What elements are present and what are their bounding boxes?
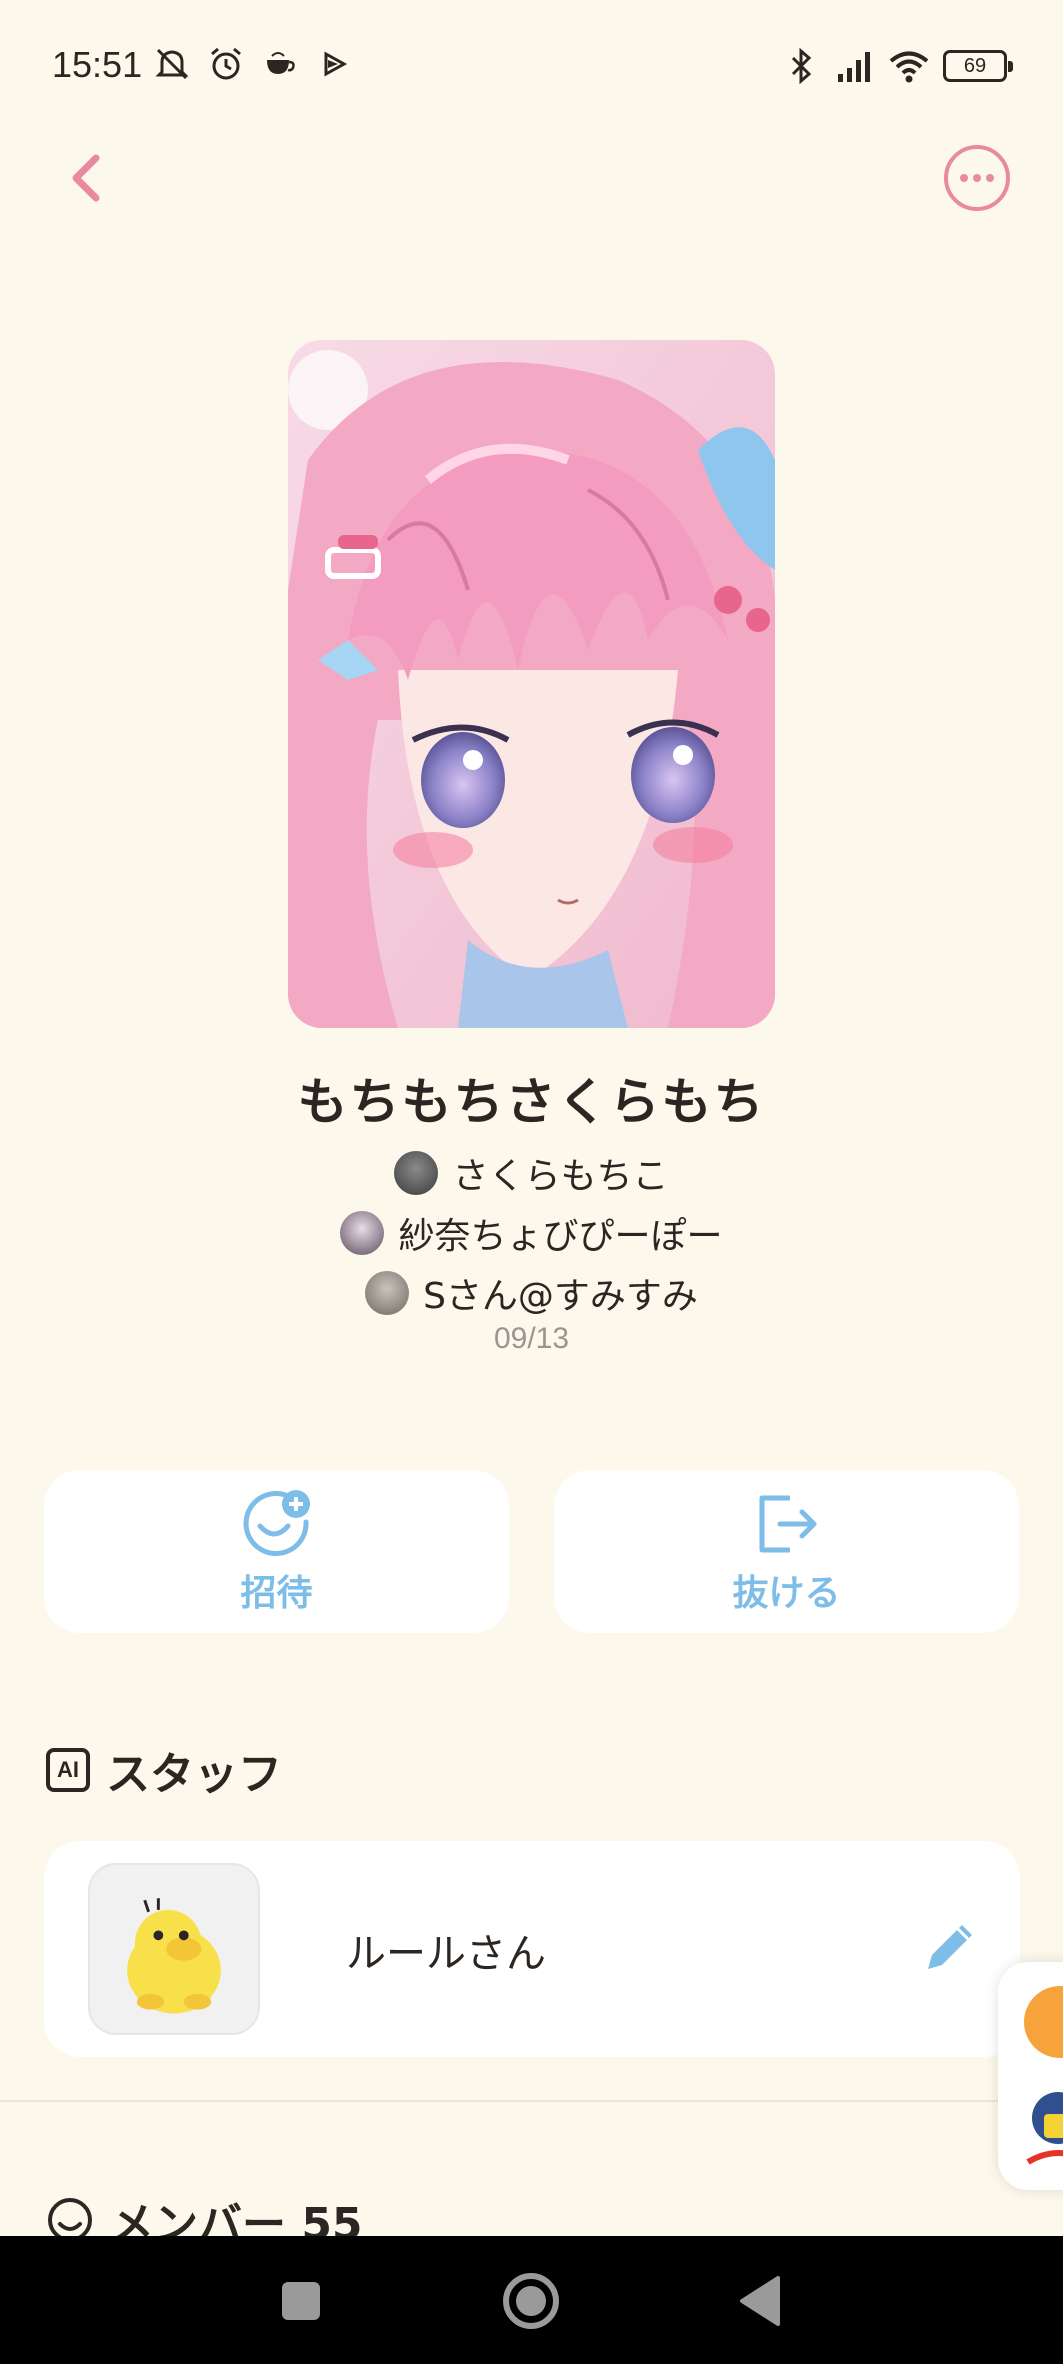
invite-button[interactable]: 招待 [44,1470,509,1633]
signal-icon [838,52,870,82]
recent-apps-button[interactable] [256,2256,346,2346]
staff-section-heading: AI スタッフ [46,1738,282,1802]
home-button[interactable] [486,2256,576,2346]
member-avatar [394,1151,439,1195]
ai-badge-icon: AI [46,1748,90,1792]
back-button[interactable] [60,148,120,208]
play-icon [324,51,348,77]
leave-button[interactable]: 抜ける [554,1470,1019,1633]
section-divider [0,2100,1063,2102]
floating-shortcut-orange[interactable] [1024,1986,1063,2058]
status-left-icons [152,44,354,84]
staff-avatar [88,1863,260,2035]
invite-label: 招待 [240,1572,313,1614]
member-avatar [340,1211,385,1255]
more-dots-icon [960,174,994,182]
member-name: Sさん@すみすみ [423,1276,698,1317]
invite-smile-plus-icon [243,1489,310,1556]
more-button[interactable] [944,145,1010,211]
cup-icon [267,52,295,74]
staff-name: ルールさん [346,1931,546,1977]
member-name: さくらもちこ [452,1156,669,1197]
member-name: 紗奈ちょびぴーぽー [398,1216,723,1257]
system-nav-bar [0,2236,1063,2364]
member-preview-row: さくらもちこ [0,1147,1063,1199]
staff-section-title: スタッフ [106,1749,282,1800]
exit-icon [759,1495,816,1552]
battery-indicator: 69 [943,50,1013,82]
back-nav-button[interactable] [716,2256,806,2346]
leave-label: 抜ける [732,1572,841,1614]
floating-shortcut-panel[interactable] [998,1962,1063,2190]
alarm-icon [211,47,241,80]
member-preview-row: Sさん@すみすみ [0,1267,1063,1319]
staff-card[interactable]: ルールさん [44,1841,1020,2057]
group-avatar-image[interactable] [288,340,775,1028]
bluetooth-icon [791,47,812,85]
status-right-icons: 69 [781,46,1013,86]
mute-icon [155,48,189,80]
status-bar: 15:51 69 [0,0,1063,130]
group-date: 09/13 [493,1322,570,1355]
edit-pencil-icon[interactable] [914,1913,984,1983]
floating-app-icon[interactable] [1018,2084,1063,2168]
member-preview-row: 紗奈ちょびぴーぽー [0,1207,1063,1259]
group-name: もちもちさくらもち [297,1073,766,1131]
wifi-icon [889,51,929,83]
status-time: 15:51 [52,44,143,85]
member-avatar [365,1271,410,1315]
